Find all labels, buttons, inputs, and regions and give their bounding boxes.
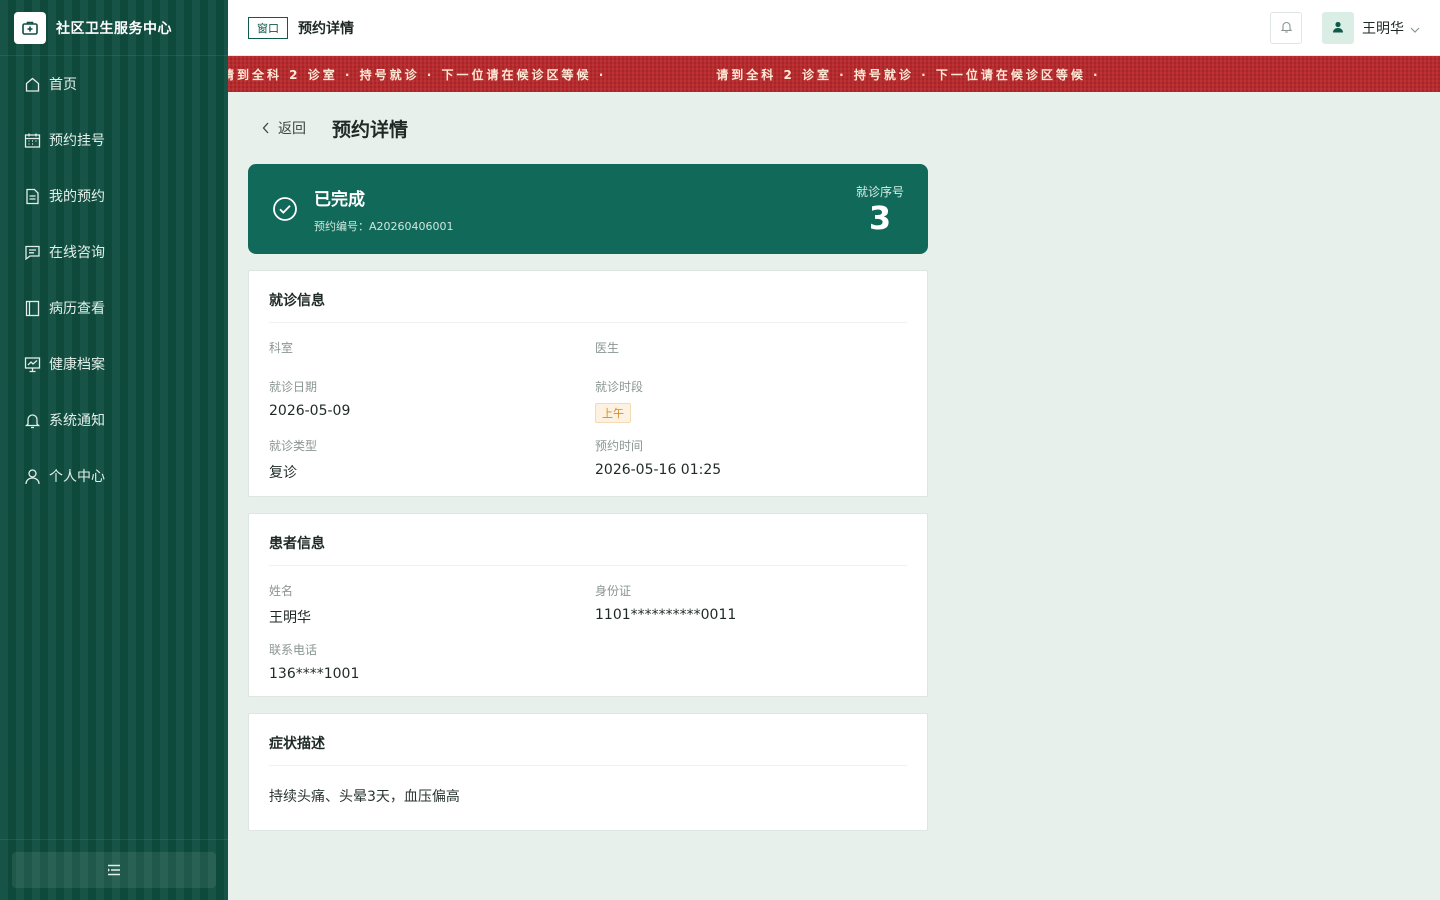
sidebar-item-home[interactable]: 首页 [0, 56, 228, 112]
home-icon [24, 76, 41, 93]
sidebar-item-records[interactable]: 病历查看 [0, 280, 228, 336]
back-button[interactable]: 返回 [262, 118, 306, 138]
field-label: 姓名 [269, 584, 294, 598]
sidebar-item-label: 系统通知 [49, 413, 105, 429]
ticker-text: 请到全科 2 诊室 · 持号就诊 · 下一位请在候诊区等候 · [228, 67, 607, 82]
sidebar-item-profile[interactable]: 个人中心 [0, 448, 228, 504]
menu-collapse-icon [107, 861, 121, 880]
card-title: 就诊信息 [269, 271, 907, 323]
bell-icon [1280, 18, 1293, 37]
symptom-text: 持续头痛、头晕3天，血压偏高 [269, 789, 460, 805]
status-card: 已完成 预约编号：A20260406001 就诊序号 3 [248, 164, 928, 254]
visit-info-grid: 科室 医生 就诊日期 2026-05-09 就诊时段 上午 就诊类型 复诊 预约… [269, 323, 907, 496]
announcement-ticker: 请到全科 2 诊室 · 持号就诊 · 下一位请在候诊区等候 · 请到全科 2 诊… [228, 56, 1440, 92]
topbar: 窗口 预约详情 王明华 [228, 0, 1440, 56]
field-value: 复诊 [269, 465, 297, 481]
chevron-down-icon [1410, 18, 1420, 37]
field-label: 身份证 [595, 584, 632, 598]
avatar [1322, 11, 1354, 44]
ticker-text: 请到全科 2 诊室 · 持号就诊 · 下一位请在候诊区等候 · [716, 67, 1101, 82]
sidebar-footer [0, 839, 228, 900]
field-visit-type: 就诊类型 复诊 [269, 437, 595, 482]
medical-kit-icon [14, 11, 46, 44]
field-label: 医生 [595, 341, 620, 355]
back-label: 返回 [278, 121, 306, 137]
sidebar-item-booking[interactable]: 预约挂号 [0, 112, 228, 168]
appointment-number-value: A20260406001 [369, 219, 454, 233]
field-label: 就诊类型 [269, 439, 318, 453]
sidebar-item-label: 个人中心 [49, 469, 105, 485]
user-icon [24, 468, 41, 485]
topbar-title: 预约详情 [298, 20, 354, 37]
ticker-track: 请到全科 2 诊室 · 持号就诊 · 下一位请在候诊区等候 · 请到全科 2 诊… [228, 56, 1211, 92]
card-title: 患者信息 [269, 514, 907, 566]
field-visit-date: 就诊日期 2026-05-09 [269, 378, 595, 423]
collapse-sidebar-button[interactable] [12, 852, 216, 888]
visit-info-card: 就诊信息 科室 医生 就诊日期 2026-05-09 就诊时段 上午 就诊类型 … [248, 270, 928, 497]
chevron-left-icon [262, 122, 270, 134]
chat-icon [24, 244, 41, 261]
user-icon [1332, 18, 1344, 37]
period-badge: 上午 [595, 403, 631, 423]
sidebar-item-label: 预约挂号 [49, 133, 105, 149]
field-value: 1101**********0011 [595, 607, 737, 623]
sidebar-nav: 首页 预约挂号 我的预约 在线咨询 病历查看 健康档案 系统通知 个人中心 [0, 56, 228, 504]
page-title: 预约详情 [332, 118, 409, 141]
check-circle-icon [272, 196, 298, 222]
chart-board-icon [24, 356, 41, 373]
patient-info-card: 患者信息 姓名 王明华 身份证 1101**********0011 联系电话 … [248, 513, 928, 697]
field-value: 2026-05-09 [269, 403, 351, 419]
topbar-actions: 王明华 [1270, 11, 1420, 44]
main-content: 返回 预约详情 已完成 预约编号：A20260406001 就诊序号 3 就诊信… [248, 92, 928, 831]
window-tag: 窗口 [248, 16, 288, 39]
brand[interactable]: 社区卫生服务中心 [0, 0, 228, 56]
sidebar-item-label: 在线咨询 [49, 245, 105, 261]
appointment-number-label: 预约编号： [314, 219, 369, 233]
user-menu[interactable]: 王明华 [1322, 11, 1420, 44]
field-department: 科室 [269, 339, 595, 364]
appointment-number: 预约编号：A20260406001 [314, 218, 856, 234]
status-main: 已完成 预约编号：A20260406001 [314, 185, 856, 234]
sidebar-item-health-file[interactable]: 健康档案 [0, 336, 228, 392]
field-label: 就诊时段 [595, 380, 644, 394]
card-title: 症状描述 [269, 714, 907, 766]
sidebar-item-label: 病历查看 [49, 301, 105, 317]
queue-label: 就诊序号 [855, 184, 904, 199]
sidebar-item-consult[interactable]: 在线咨询 [0, 224, 228, 280]
field-id-card: 身份证 1101**********0011 [595, 582, 907, 627]
sidebar-item-label: 首页 [49, 77, 77, 93]
queue-number-block: 就诊序号 3 [856, 183, 904, 236]
field-value: 2026-05-16 01:25 [595, 462, 722, 478]
calendar-icon [24, 132, 41, 149]
status-text: 已完成 [314, 189, 365, 210]
symptoms-card: 症状描述 持续头痛、头晕3天，血压偏高 [248, 713, 928, 831]
notification-button[interactable] [1270, 11, 1302, 44]
app-title: 社区卫生服务中心 [56, 20, 172, 37]
field-phone: 联系电话 136****1001 [269, 641, 595, 682]
user-name: 王明华 [1362, 20, 1404, 37]
field-label: 科室 [269, 341, 294, 355]
field-label: 就诊日期 [269, 380, 318, 394]
field-value: 王明华 [269, 610, 311, 626]
field-value: 上午 [595, 403, 907, 423]
field-value: 136****1001 [269, 666, 360, 682]
sidebar-item-notifications[interactable]: 系统通知 [0, 392, 228, 448]
queue-number: 3 [868, 198, 892, 237]
field-doctor: 医生 [595, 339, 907, 364]
field-visit-period: 就诊时段 上午 [595, 378, 907, 423]
field-label: 预约时间 [595, 439, 644, 453]
field-booked-time: 预约时间 2026-05-16 01:25 [595, 437, 907, 482]
sidebar-item-my-appointments[interactable]: 我的预约 [0, 168, 228, 224]
book-icon [24, 300, 41, 317]
field-label: 联系电话 [269, 643, 318, 657]
sidebar: 社区卫生服务中心 首页 预约挂号 我的预约 在线咨询 病历查看 健康档案 系统通… [0, 0, 228, 900]
page-header: 返回 预约详情 [248, 92, 928, 164]
document-icon [24, 188, 41, 205]
field-patient-name: 姓名 王明华 [269, 582, 595, 627]
sidebar-item-label: 我的预约 [49, 189, 105, 205]
sidebar-item-label: 健康档案 [49, 357, 105, 373]
patient-info-grid: 姓名 王明华 身份证 1101**********0011 联系电话 136**… [269, 566, 907, 696]
bell-icon [24, 412, 41, 429]
